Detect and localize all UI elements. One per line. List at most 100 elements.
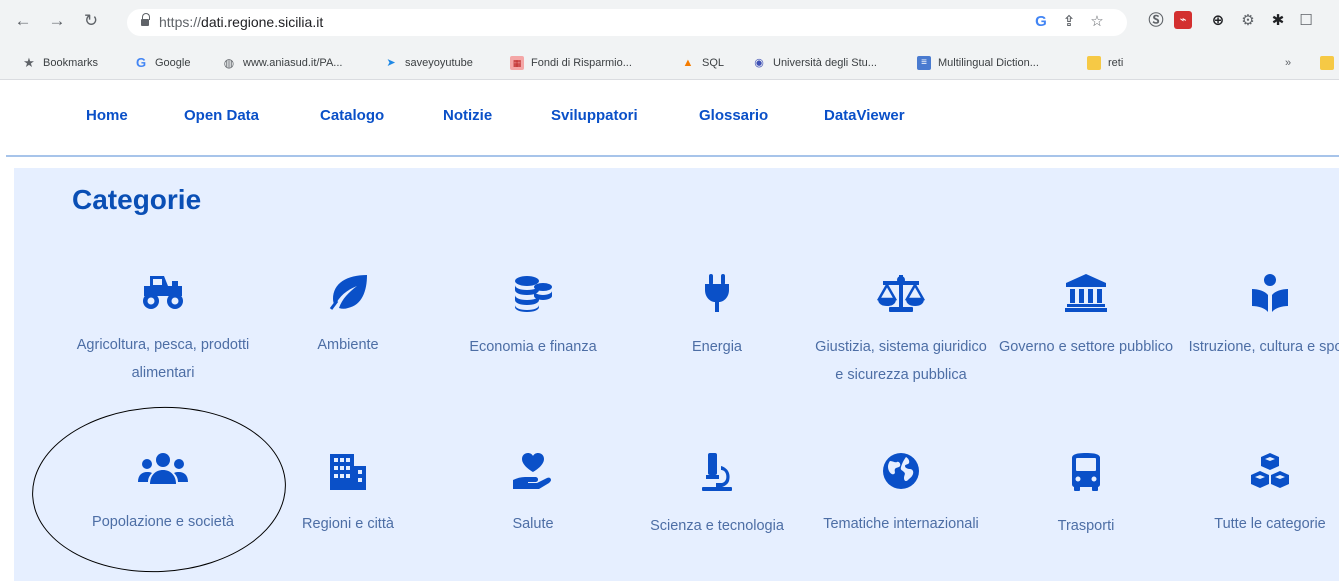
category-label: Popolazione e società — [92, 514, 234, 530]
tractor-icon — [143, 276, 183, 309]
nav-sviluppatori[interactable]: Sviluppatori — [551, 107, 638, 124]
hand-heart-icon — [513, 453, 551, 489]
category-label: Scienza e tecnologia — [650, 518, 784, 534]
category-istruzione[interactable]: Istruzione, cultura e sport — [1180, 273, 1339, 361]
bookmark-item[interactable]: ➤ saveyoyutube — [384, 55, 473, 71]
globe-icon — [883, 453, 919, 489]
bookmark-item[interactable]: ▲ SQL — [681, 55, 724, 71]
category-tematiche[interactable]: Tematiche internazionali — [811, 452, 991, 538]
url-text[interactable]: https://dati.regione.sicilia.it — [159, 14, 323, 30]
coins-icon — [515, 276, 552, 312]
google-icon: G — [135, 55, 147, 70]
section-title: Categorie — [72, 184, 202, 215]
bookmark-label: Multilingual Diction... — [938, 57, 1039, 69]
forward-icon[interactable]: → — [48, 12, 66, 30]
bus-icon — [1072, 453, 1100, 491]
category-economia[interactable]: Economia e finanza — [443, 273, 623, 361]
bookmark-item[interactable]: ★ Bookmarks — [22, 55, 98, 71]
microscope-icon — [702, 453, 732, 491]
category-label: Istruzione, cultura e sport — [1188, 339, 1339, 355]
category-scienza[interactable]: Scienza e tecnologia — [627, 452, 807, 540]
bookmark-item[interactable]: reti — [1087, 55, 1123, 71]
star-icon: ★ — [23, 55, 35, 70]
category-trasporti[interactable]: Trasporti — [996, 452, 1176, 540]
city-icon — [330, 454, 366, 490]
leaf-icon — [329, 275, 367, 310]
nav-glossario[interactable]: Glossario — [699, 107, 768, 124]
zoom-extension-icon[interactable]: ⊕ — [1208, 11, 1228, 31]
category-label: Giustizia, sistema giuridico e sicurezza… — [815, 339, 987, 383]
share-icon[interactable]: ⇪ — [1059, 12, 1079, 32]
category-label: Governo e settore pubblico — [998, 339, 1174, 355]
category-label: Ambiente — [317, 337, 379, 353]
nav-home[interactable]: Home — [86, 107, 128, 124]
puzzle-icon[interactable]: ✱ — [1268, 11, 1288, 31]
category-label: Agricoltura, pesca, prodotti alimentari — [76, 337, 250, 381]
bookmark-item[interactable]: ◉ Università degli Stu... — [752, 55, 877, 71]
bookmark-item[interactable]: ▦ Fondi di Risparmio... — [510, 55, 632, 71]
bookmark-label: Bookmarks — [43, 57, 99, 69]
bookmarks-bar: ★ Bookmarks G Google ◍ www.aniasud.it/PA...… — [0, 44, 1339, 80]
bookmark-label: Fondi di Risparmio... — [531, 57, 632, 69]
category-label: Tutte le categorie — [1214, 516, 1326, 532]
google-translate-icon[interactable]: G — [1031, 12, 1051, 32]
category-giustizia[interactable]: Giustizia, sistema giuridico e sicurezza… — [811, 273, 991, 389]
nav-dataviewer[interactable]: DataViewer — [824, 107, 905, 124]
bookmark-item[interactable]: ◍ www.aniasud.it/PA... — [222, 55, 343, 71]
cubes-icon — [1251, 453, 1289, 488]
nav-open-data[interactable]: Open Data — [184, 107, 259, 124]
folder-icon — [1087, 56, 1101, 70]
url-prefix: https:// — [159, 14, 202, 30]
bookmark-label: SQL — [702, 57, 725, 69]
bookmark-item[interactable]: G Google — [134, 55, 191, 71]
category-popolazione[interactable]: Popolazione e società — [73, 452, 253, 536]
university-icon: ◉ — [754, 57, 764, 69]
star-icon[interactable]: ☆ — [1087, 12, 1107, 32]
extension-s-icon[interactable]: Ⓢ — [1146, 11, 1166, 31]
users-icon — [138, 453, 188, 484]
pdf-extension-icon[interactable]: ⌁ — [1174, 11, 1192, 29]
category-label: Economia e finanza — [469, 339, 597, 355]
landmark-icon — [1065, 274, 1107, 312]
doc-icon: ≡ — [917, 56, 931, 70]
site-navigation: Home Open Data Catalogo Notizie Sviluppa… — [0, 80, 1339, 156]
bookmark-label: Google — [155, 57, 191, 69]
lock-icon — [141, 13, 150, 27]
bookmark-item[interactable]: ≡ Multilingual Diction... — [917, 55, 1039, 71]
browser-address-bar: ← → ↻ https://dati.regione.sicilia.it G … — [0, 0, 1339, 44]
sql-icon: ▲ — [682, 57, 694, 69]
category-agricoltura[interactable]: Agricoltura, pesca, prodotti alimentari — [73, 273, 253, 387]
url-host: dati.regione.sicilia.it — [201, 14, 324, 30]
nav-catalogo[interactable]: Catalogo — [320, 107, 384, 124]
bookmark-label: Università degli Stu... — [773, 57, 877, 69]
category-label: Trasporti — [1057, 518, 1115, 534]
bookmark-label: reti — [1108, 57, 1124, 69]
reload-icon[interactable]: ↻ — [82, 12, 100, 30]
url-field[interactable]: https://dati.regione.sicilia.it G ⇪ ☆ — [127, 9, 1127, 36]
scale-icon — [877, 275, 925, 312]
plug-icon — [705, 274, 729, 312]
category-energia[interactable]: Energia — [627, 273, 807, 361]
back-icon[interactable]: ← — [14, 12, 32, 30]
tab-icon[interactable]: ☐ — [1296, 11, 1316, 31]
reader-icon — [1252, 274, 1288, 312]
extension-icon[interactable]: ⚙ — [1238, 11, 1258, 31]
fund-icon: ▦ — [510, 56, 524, 70]
category-label: Salute — [512, 516, 554, 532]
category-tutte[interactable]: Tutte le categorie — [1180, 452, 1339, 538]
category-label: Regioni e città — [302, 516, 394, 532]
category-salute[interactable]: Salute — [443, 452, 623, 538]
category-label: Energia — [692, 339, 742, 355]
nav-divider — [6, 155, 1339, 157]
globe-icon: ◍ — [223, 56, 235, 70]
bookmark-label: www.aniasud.it/PA... — [243, 57, 343, 69]
nav-notizie[interactable]: Notizie — [443, 107, 492, 124]
folder-icon[interactable] — [1320, 55, 1339, 71]
arrow-icon: ➤ — [386, 57, 396, 69]
bookmark-label: saveyoyutube — [405, 57, 473, 69]
category-governo[interactable]: Governo e settore pubblico — [996, 273, 1176, 361]
category-regioni[interactable]: Regioni e città — [258, 452, 438, 538]
more-bookmarks-icon[interactable]: » — [1285, 55, 1291, 71]
category-label: Tematiche internazionali — [823, 516, 979, 532]
category-ambiente[interactable]: Ambiente — [258, 273, 438, 359]
